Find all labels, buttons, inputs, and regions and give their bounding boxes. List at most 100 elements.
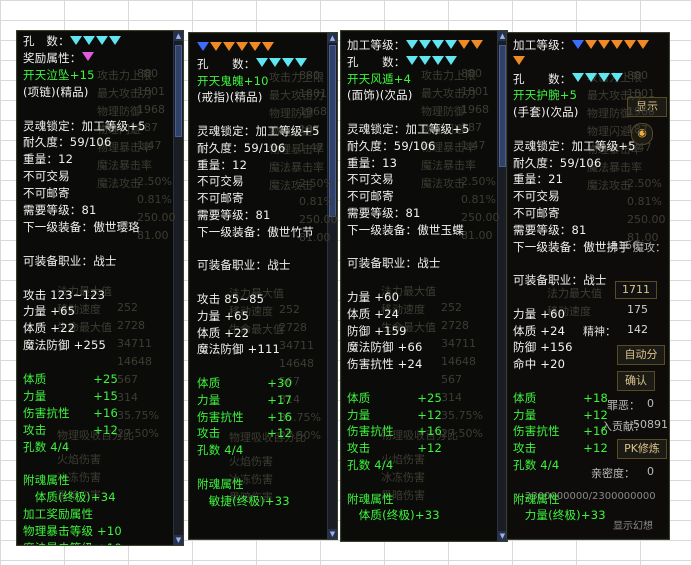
background-ghost-value: 2.50%: [461, 175, 496, 188]
tooltip-line-text: 加工等级：: [513, 38, 572, 52]
tooltip-line: 不可交易: [347, 171, 394, 187]
tooltip-line: 需要等级：81: [513, 222, 587, 238]
gem-icon: [108, 35, 121, 45]
tooltip-line-text: 孔数 4/4: [513, 458, 560, 472]
scroll-up-arrow-icon[interactable]: ▲: [328, 33, 337, 43]
confirm-button[interactable]: 确认: [617, 371, 655, 391]
background-ghost-value: 81.00: [627, 231, 659, 244]
tooltip-line-text: 攻击 +12: [23, 422, 119, 437]
tooltip-line-text: 加工奖励属性: [23, 507, 94, 522]
gem-icon: [610, 39, 623, 49]
tooltip-line-text: 攻击 85~85: [197, 292, 265, 306]
background-ghost-value: 27.50%: [117, 427, 159, 440]
scroll-thumb[interactable]: [329, 45, 336, 217]
gem-icon: [513, 56, 525, 66]
tooltip-line-text: 可装备职业：战士: [513, 273, 607, 288]
tooltip-line: 力量(终极)+33: [513, 507, 606, 523]
tooltip-line-text: 开天鬼魄+10: [197, 73, 269, 88]
tooltip-line-text: 命中 +20: [513, 357, 566, 372]
tooltip-line: 力量 +17: [197, 392, 292, 408]
background-ghost-value: 14648: [441, 355, 476, 368]
tooltip-line: 力量 +65: [197, 308, 249, 324]
tooltip-line-text: 攻击 +12: [197, 426, 293, 441]
tooltip-line-text: 力量 +65: [23, 304, 76, 319]
tooltip-line: (项链)(精品): [23, 84, 89, 100]
item-tooltip-panel-necklace: ▲ ▼ 攻击力上限 最大攻击力 物理防御 物理闪避 物理暴击率 魔法暴击率 魔法攻击 法力最大…: [16, 30, 184, 546]
tooltip-line: 可装备职业：战士: [197, 257, 291, 273]
intimacy-label: 亲密度：: [591, 467, 635, 480]
tooltip-line-text: 体质 +25: [23, 372, 119, 386]
background-ghost-value: 2728: [117, 319, 145, 332]
scroll-thumb[interactable]: [499, 45, 506, 167]
tooltip-line: 伤害抗性 +16: [513, 423, 608, 439]
tooltip-line-text: 灵魂锁定：加工等级+5: [513, 138, 636, 153]
tooltip-line: 体质 +18: [513, 390, 608, 406]
gem-icon: [610, 73, 623, 83]
background-ghost-label: 魔法暴击率: [269, 161, 324, 174]
scrollbar[interactable]: ▲ ▼: [173, 31, 183, 545]
background-ghost-value: 250.00: [627, 213, 666, 226]
tooltip-line-text: 攻击 +12: [513, 441, 609, 456]
tooltip-line: 开天护腕+5: [513, 87, 577, 103]
tooltip-line-text: 孔数 4/4: [197, 443, 244, 458]
gem-icon: [636, 39, 649, 49]
tooltip-line: 开天风遁+4: [347, 71, 411, 87]
tooltip-line-text: 孔数 4/4: [347, 458, 394, 472]
background-ghost-value: 1.47: [137, 139, 162, 152]
tooltip-line-text: 孔数 4/4: [23, 439, 70, 454]
tooltip-line: 可装备职业：战士: [23, 253, 117, 269]
gem-icon: [281, 58, 294, 68]
scrollbar[interactable]: ▲ ▼: [327, 33, 337, 539]
tooltip-line-text: 孔 数：: [347, 54, 406, 69]
tooltip-line: 灵魂锁定：加工等级+5: [347, 121, 470, 137]
tooltip-line-text: 魔法防御 +255: [23, 338, 107, 353]
tooltip-line: 需要等级：81: [347, 205, 421, 221]
tooltip-line-text: 伤害抗性 +16: [23, 405, 119, 420]
background-ghost-value: 314: [441, 391, 462, 404]
pk-training-button[interactable]: PK修炼: [617, 439, 667, 459]
tooltip-line: 奖励属性：: [23, 50, 95, 67]
tooltip-line-text: 耐久度：59/106: [23, 135, 112, 150]
gem-icon: [418, 56, 431, 66]
tooltip-line: 孔 数：: [347, 54, 458, 71]
tooltip-line: 命中 +20: [513, 356, 565, 372]
gem-row: [405, 54, 458, 70]
background-ghost-value: 250.00: [461, 211, 500, 224]
tooltip-line-text: 下一级装备：傲世拂手: [513, 239, 630, 254]
gem-icon: [405, 39, 418, 49]
tooltip-line: 下一级装备：傲世璎珞: [23, 219, 140, 235]
tooltip-line-text: 体质 +30: [197, 376, 293, 390]
tooltip-line: 可装备职业：战士: [347, 255, 441, 271]
background-ghost-value: 14648: [279, 357, 314, 370]
tooltip-line: 力量 +60: [513, 306, 565, 322]
gem-icon: [294, 58, 307, 68]
scroll-up-arrow-icon[interactable]: ▲: [174, 31, 183, 41]
tooltip-line-text: 开天风遁+4: [347, 71, 412, 86]
tooltip-line-text: 体质 +22: [23, 321, 76, 336]
tooltip-line-text: 需要等级：81: [513, 222, 587, 237]
gem-row: [255, 56, 308, 72]
tooltip-line: (手套)(次品): [513, 104, 579, 120]
tooltip-line: 防御 +159: [347, 323, 407, 339]
item-tooltip-panel-face: ▲ ▼ 攻击力上限 最大攻击力 物理防御 物理闪避 物理暴击率 魔法暴击率 魔法攻击 法力最大…: [340, 30, 508, 542]
scroll-down-arrow-icon[interactable]: ▼: [328, 529, 337, 539]
scroll-down-arrow-icon[interactable]: ▼: [174, 535, 183, 545]
tooltip-line-text: 防御 +156: [513, 340, 573, 355]
tooltip-line-text: 开天护腕+5: [513, 88, 578, 103]
background-ghost-value: 0.81%: [627, 195, 662, 208]
tooltip-line-text: (戒指)(精品): [197, 90, 263, 105]
auto-allocate-button[interactable]: 自动分: [617, 345, 665, 365]
scroll-thumb[interactable]: [175, 45, 182, 137]
tooltip-line-text: 下一级装备：傲世竹节: [197, 224, 314, 239]
tooltip-line-text: 力量(终极)+33: [513, 508, 606, 523]
background-ghost-value: 1801: [627, 87, 655, 100]
show-illusion-toggle[interactable]: 显示幻想: [613, 517, 653, 532]
gem-icon: [457, 39, 470, 49]
background-ghost-value: 1968: [627, 105, 655, 118]
background-ghost-value: 0.81%: [137, 193, 172, 206]
background-ghost-value: 567: [441, 373, 462, 386]
background-ghost-value: 34711: [279, 339, 314, 352]
tooltip-line: 攻击 +12: [513, 440, 608, 456]
evil-value: 0: [647, 397, 654, 410]
tooltip-line: 孔数 4/4: [23, 439, 69, 455]
